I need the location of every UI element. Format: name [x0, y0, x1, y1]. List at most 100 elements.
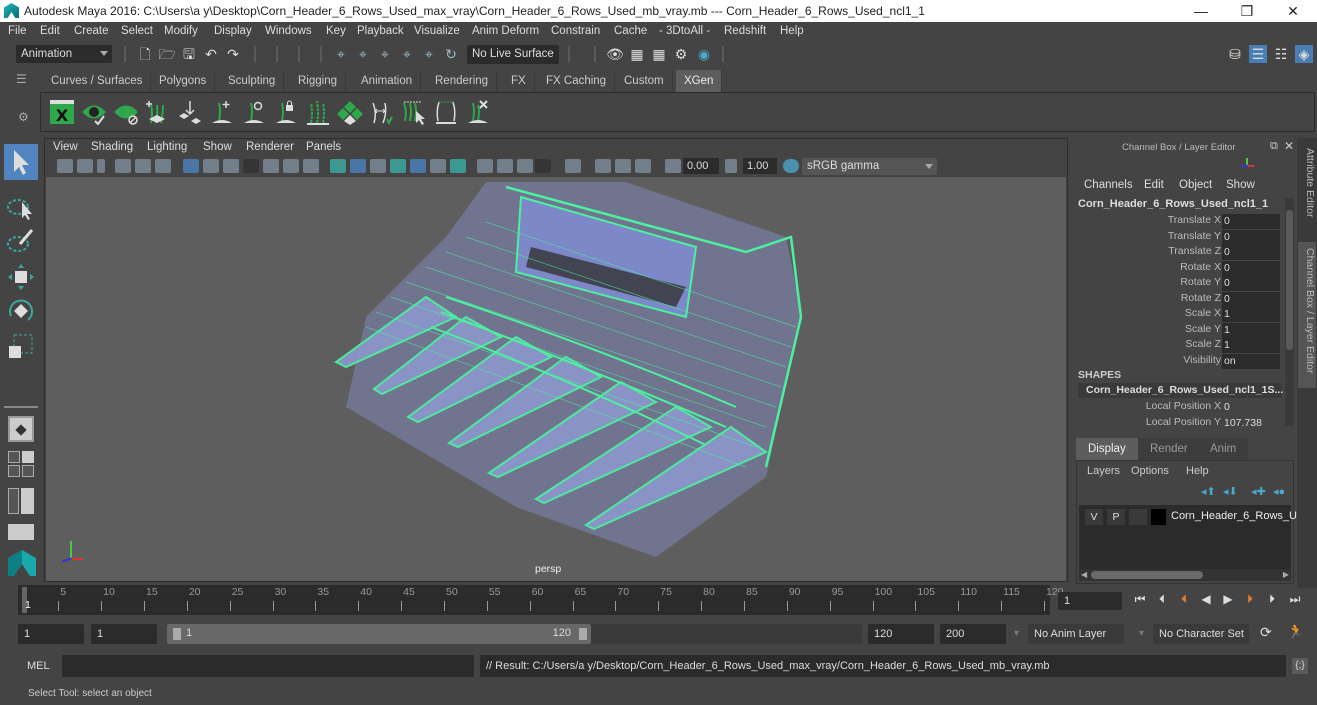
- menu-edit[interactable]: Edit: [40, 25, 60, 37]
- xray-joints-icon[interactable]: [595, 159, 611, 173]
- range-start-handle[interactable]: [173, 628, 181, 640]
- anim-layer-dropdown[interactable]: No Anim Layer: [1028, 624, 1124, 644]
- scale-tool-icon[interactable]: [6, 332, 36, 362]
- shelf-tab-rigging[interactable]: Rigging: [290, 70, 346, 92]
- channel-box-toggle-icon[interactable]: ◈: [1295, 45, 1313, 63]
- exposure-icon[interactable]: [665, 159, 681, 173]
- move-tool-icon[interactable]: [6, 262, 36, 292]
- channel-value[interactable]: 0: [1222, 214, 1280, 229]
- menu-anim-deform[interactable]: Anim Deform: [472, 25, 539, 37]
- channel-row[interactable]: Visibility on: [1074, 353, 1284, 369]
- play-backwards-icon[interactable]: ◀: [1199, 592, 1213, 606]
- use-default-material-icon[interactable]: [370, 159, 386, 173]
- guide-length-icon[interactable]: [305, 99, 331, 125]
- place-guides-icon[interactable]: [177, 99, 203, 125]
- gamma-icon[interactable]: [725, 159, 737, 173]
- depth-of-field-icon[interactable]: [535, 159, 551, 173]
- viewport-menu-show[interactable]: Show: [203, 141, 232, 153]
- channel-value[interactable]: 1: [1222, 307, 1280, 322]
- menu-cache[interactable]: Cache: [614, 25, 647, 37]
- field-chart-icon[interactable]: [263, 159, 279, 173]
- channel-row[interactable]: Scale Z1: [1074, 338, 1284, 353]
- animation-preferences-icon[interactable]: 🏃: [1287, 623, 1304, 640]
- channel-value[interactable]: 0: [1222, 229, 1280, 245]
- menu-3dtoall[interactable]: - 3DtoAll -: [659, 25, 710, 37]
- persp-graph-layout-icon[interactable]: [8, 524, 34, 540]
- menu-modify[interactable]: Modify: [164, 25, 198, 37]
- range-end-handle[interactable]: [578, 628, 587, 640]
- step-forward-key-icon[interactable]: ⏵: [1243, 592, 1257, 606]
- object-menu[interactable]: Object: [1179, 179, 1212, 191]
- snap-to-view-plane-icon[interactable]: ⌖: [398, 45, 416, 63]
- rotate-tool-icon[interactable]: [6, 296, 36, 326]
- add-guide-icon[interactable]: [209, 99, 235, 125]
- step-back-key-icon[interactable]: ⏴: [1177, 592, 1191, 606]
- range-slider[interactable]: 1 120: [167, 624, 862, 644]
- attribute-editor-tab[interactable]: Attribute Editor: [1298, 142, 1316, 242]
- save-scene-icon[interactable]: 🖫: [180, 45, 198, 63]
- safe-action-icon[interactable]: [283, 159, 299, 173]
- isolate-select-icon[interactable]: [565, 159, 581, 173]
- make-live-icon[interactable]: ⌖: [420, 45, 438, 63]
- channels-menu[interactable]: Channels: [1084, 179, 1133, 191]
- live-surface-field[interactable]: No Live Surface: [467, 45, 559, 64]
- menu-windows[interactable]: Windows: [265, 25, 312, 37]
- close-button[interactable]: ✕: [1270, 1, 1316, 21]
- viewport-menu-renderer[interactable]: Renderer: [246, 141, 294, 153]
- channel-row[interactable]: Translate Z0: [1074, 245, 1284, 260]
- film-gate-icon[interactable]: [203, 159, 219, 173]
- channel-row[interactable]: Scale Y1: [1074, 322, 1284, 338]
- current-frame-field[interactable]: 1: [1058, 592, 1122, 610]
- menu-playback[interactable]: Playback: [357, 25, 404, 37]
- layer-tab-render[interactable]: Render: [1138, 438, 1200, 460]
- layer-visibility-toggle[interactable]: V: [1085, 509, 1103, 525]
- attribute-editor-toggle-icon[interactable]: ☰: [1249, 45, 1267, 63]
- hypershade-icon[interactable]: ◉: [695, 45, 713, 63]
- render-settings-icon[interactable]: ⚙: [672, 45, 690, 63]
- menu-create[interactable]: Create: [74, 25, 109, 37]
- bend-guides-icon[interactable]: [369, 99, 395, 125]
- new-layer-from-selected-icon[interactable]: ◂●: [1273, 485, 1285, 498]
- viewport-canvas[interactable]: persp: [46, 177, 1066, 581]
- anim-layer-chevron-icon[interactable]: ▼: [1012, 628, 1021, 638]
- shelf-tab-fx-caching[interactable]: FX Caching: [538, 70, 616, 92]
- channel-value[interactable]: 0: [1222, 260, 1280, 276]
- lock-guide-icon[interactable]: [273, 99, 299, 125]
- new-scene-icon[interactable]: 🗋: [136, 45, 154, 63]
- channel-value[interactable]: 0: [1222, 291, 1280, 307]
- shelf-tab-fx[interactable]: FX: [503, 70, 535, 92]
- redo-icon[interactable]: ↷: [224, 45, 242, 63]
- layer-list-scrollbar[interactable]: ◀ ▶: [1079, 569, 1291, 581]
- x-ray-icon[interactable]: [410, 159, 426, 173]
- clear-preview-icon[interactable]: [113, 99, 139, 125]
- snap-to-curve-icon[interactable]: ⌖: [354, 45, 372, 63]
- paint-select-tool-icon[interactable]: [6, 226, 36, 256]
- float-panel-icon[interactable]: ⧉: [1270, 140, 1278, 153]
- modeling-toolkit-icon[interactable]: ⛁: [1226, 45, 1244, 63]
- animation-start-field[interactable]: 1: [18, 624, 84, 644]
- xray-active-components-icon[interactable]: [615, 159, 631, 173]
- shelf-tab-polygons[interactable]: Polygons: [151, 70, 216, 92]
- grid-toggle-icon[interactable]: [183, 159, 199, 173]
- move-layer-down-icon[interactable]: ◂⬇: [1223, 485, 1238, 498]
- go-to-start-icon[interactable]: ⏮: [1133, 592, 1147, 606]
- shelf-tab-animation[interactable]: Animation: [353, 70, 422, 92]
- shelf-tab-rendering[interactable]: Rendering: [427, 70, 498, 92]
- corn-header-wireframe-model[interactable]: [46, 177, 1066, 581]
- go-to-end-icon[interactable]: ⏭: [1288, 592, 1302, 606]
- wireframe-icon[interactable]: [330, 159, 346, 173]
- channel-value[interactable]: 1: [1222, 322, 1280, 338]
- render-current-frame-icon[interactable]: ▦: [628, 45, 646, 63]
- exposure-field[interactable]: 0.00: [683, 158, 719, 174]
- gamma-field[interactable]: 1.00: [743, 158, 777, 174]
- move-layer-up-icon[interactable]: ◂⬆: [1201, 485, 1216, 498]
- smooth-shade-all-icon[interactable]: [350, 159, 366, 173]
- shape-channel-row[interactable]: Local Position X0: [1074, 400, 1284, 415]
- shape-name[interactable]: Corn_Header_6_Rows_Used_ncl1_1S...: [1078, 383, 1283, 398]
- animation-end-field[interactable]: 200: [940, 624, 1006, 644]
- shadows-icon[interactable]: [450, 159, 466, 173]
- layer-tab-display[interactable]: Display: [1076, 438, 1138, 460]
- character-set-dropdown[interactable]: No Character Set: [1153, 624, 1249, 644]
- menu-redshift[interactable]: Redshift: [724, 25, 766, 37]
- tool-settings-icon[interactable]: ☷: [1272, 45, 1290, 63]
